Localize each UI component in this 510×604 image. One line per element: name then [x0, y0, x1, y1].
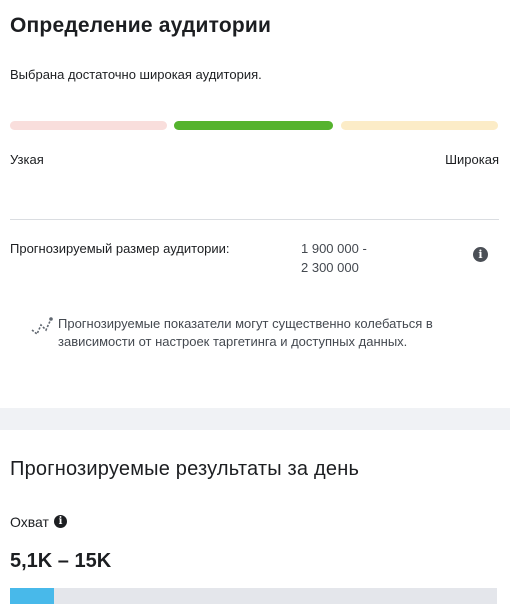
- forecast-note: Прогнозируемые показатели могут существе…: [58, 316, 433, 349]
- meter-label-narrow: Узкая: [10, 152, 44, 167]
- info-icon[interactable]: i: [473, 247, 488, 262]
- audience-meter-wide-segment: [341, 121, 498, 130]
- audience-meter-narrow-segment: [10, 121, 167, 130]
- audience-size-value-line1: 1 900 000 -: [301, 241, 367, 256]
- divider: [10, 219, 499, 220]
- audience-size-label: Прогнозируемый размер аудитории:: [10, 241, 230, 256]
- audience-definition-title: Определение аудитории: [10, 14, 272, 37]
- audience-meter-middle-segment: [174, 121, 333, 130]
- reach-progress-fill: [10, 588, 54, 604]
- audience-status-text: Выбрана достаточно широкая аудитория.: [10, 67, 262, 82]
- info-icon[interactable]: i: [54, 515, 67, 528]
- audience-size-value-line2: 2 300 000: [301, 260, 359, 275]
- reach-progress-bar: [10, 588, 497, 604]
- meter-label-wide: Широкая: [445, 152, 499, 167]
- reach-value: 5,1K – 15K: [10, 550, 112, 572]
- daily-results-title: Прогнозируемые результаты за день: [10, 458, 360, 480]
- audience-size-value: 1 900 000 - 2 300 000: [301, 239, 431, 277]
- section-separator: [0, 408, 510, 430]
- reach-label: Охват: [10, 514, 49, 530]
- trend-icon: [31, 317, 53, 336]
- audience-definition-panel: Определение аудитории Выбрана достаточно…: [0, 0, 510, 408]
